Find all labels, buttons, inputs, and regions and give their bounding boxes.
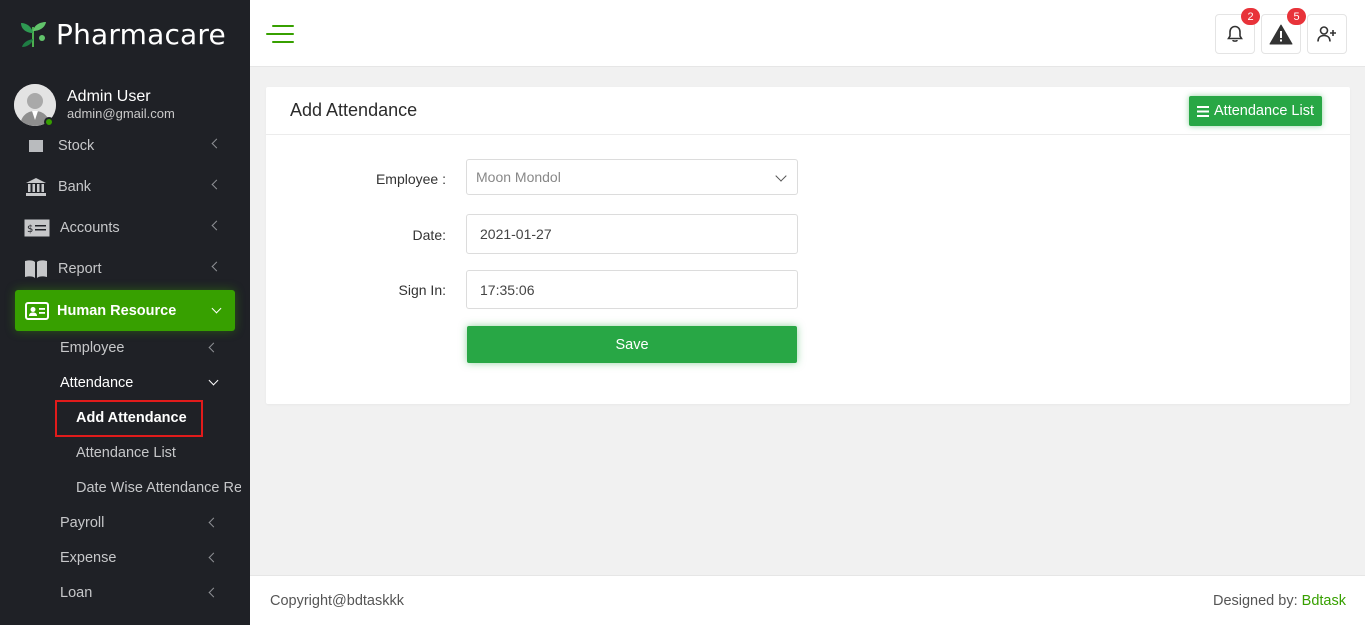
book-icon bbox=[24, 259, 48, 279]
sidebar-item-label: Stock bbox=[58, 138, 95, 154]
add-attendance-card: Add Attendance Attendance List Employee … bbox=[266, 87, 1350, 404]
money-bill-icon: $ bbox=[24, 218, 50, 238]
alerts-button[interactable]: 5 bbox=[1261, 8, 1306, 54]
card-header: Add Attendance Attendance List bbox=[266, 87, 1350, 135]
sidebar-subitem-label: Payroll bbox=[60, 515, 105, 531]
chevron-left-icon bbox=[208, 552, 219, 563]
top-header: 2 5 bbox=[250, 0, 1365, 67]
chevron-left-icon bbox=[211, 138, 222, 149]
employee-selected-value: Moon Mondol bbox=[476, 169, 561, 185]
sidebar-subitem-loan[interactable]: Loan bbox=[60, 581, 230, 605]
attendance-list-button-label: Attendance List bbox=[1214, 103, 1314, 119]
attendance-list-button[interactable]: Attendance List bbox=[1189, 96, 1322, 126]
sidebar-subitem-expense[interactable]: Expense bbox=[60, 546, 230, 570]
sidebar-subitem-attendance-list[interactable]: Attendance List bbox=[76, 441, 241, 465]
footer: Copyright@bdtaskkk Designed by: Bdtask bbox=[250, 575, 1365, 625]
bank-icon bbox=[24, 177, 48, 197]
chevron-left-icon bbox=[208, 517, 219, 528]
user-email: admin@gmail.com bbox=[67, 106, 175, 121]
page-title: Add Attendance bbox=[290, 100, 418, 120]
svg-text:$: $ bbox=[27, 224, 33, 235]
sidebar-item-label: Bank bbox=[58, 179, 92, 195]
chevron-left-icon bbox=[211, 220, 222, 231]
sidebar-subitem-attendance[interactable]: Attendance bbox=[60, 371, 230, 395]
chevron-left-icon bbox=[208, 587, 219, 598]
online-status-dot bbox=[44, 117, 54, 127]
date-field[interactable] bbox=[466, 214, 798, 254]
save-button[interactable]: Save bbox=[467, 326, 797, 363]
sidebar-item-report[interactable]: Report bbox=[24, 254, 224, 284]
selection-highlight bbox=[55, 400, 203, 437]
sidebar-item-label: Human Resource bbox=[57, 302, 177, 319]
user-profile[interactable]: Admin User admin@gmail.com bbox=[14, 84, 175, 126]
sidebar-item-label: Accounts bbox=[60, 220, 120, 236]
employee-select[interactable]: Moon Mondol bbox=[466, 159, 798, 195]
signin-input[interactable] bbox=[467, 271, 797, 308]
stock-icon bbox=[24, 136, 48, 156]
chevron-down-icon bbox=[211, 303, 222, 314]
sidebar-item-bank[interactable]: Bank bbox=[24, 172, 224, 202]
chevron-left-icon bbox=[211, 179, 222, 190]
sidebar-item-stock[interactable]: Stock bbox=[24, 131, 224, 161]
user-plus-icon bbox=[1317, 26, 1336, 42]
date-input[interactable] bbox=[467, 215, 797, 253]
employee-label: Employee : bbox=[375, 171, 446, 187]
notification-count-badge: 2 bbox=[1241, 8, 1260, 25]
signin-field[interactable] bbox=[466, 270, 798, 309]
sidebar-subitem-employee[interactable]: Employee bbox=[60, 336, 230, 360]
sidebar-subitem-label: Loan bbox=[60, 585, 93, 601]
copyright-text: Copyright@bdtaskkk bbox=[270, 593, 404, 609]
leaf-logo-icon bbox=[21, 22, 46, 47]
list-icon bbox=[1197, 105, 1210, 117]
chevron-down-icon bbox=[208, 375, 219, 386]
sidebar-item-human-resource[interactable]: Human Resource bbox=[15, 290, 235, 331]
designed-by: Designed by: Bdtask bbox=[1213, 593, 1346, 609]
chevron-down-icon bbox=[775, 170, 787, 182]
user-name: Admin User bbox=[67, 88, 151, 105]
brand-name: Pharmacare bbox=[56, 17, 226, 51]
sidebar-subitem-date-wise-attendance[interactable]: Date Wise Attendance Re bbox=[76, 476, 241, 500]
sidebar-item-accounts[interactable]: $ Accounts bbox=[24, 213, 224, 243]
sidebar-subitem-label: Employee bbox=[60, 340, 125, 356]
bell-icon bbox=[1227, 25, 1243, 42]
chevron-left-icon bbox=[208, 342, 219, 353]
sidebar-item-label: Report bbox=[58, 261, 102, 277]
sidebar-subitem-label: Attendance bbox=[60, 375, 134, 391]
sidebar: Pharmacare Admin User admin@gmail.com St… bbox=[0, 0, 250, 625]
notifications-button[interactable]: 2 bbox=[1215, 8, 1260, 54]
chevron-left-icon bbox=[211, 261, 222, 272]
designed-by-label: Designed by: bbox=[1212, 593, 1298, 609]
sidebar-subitem-label: Date Wise Attendance Re bbox=[76, 480, 241, 496]
warning-icon bbox=[1269, 24, 1293, 44]
add-user-button[interactable] bbox=[1307, 14, 1347, 54]
menu-toggle-icon[interactable] bbox=[266, 25, 294, 43]
sidebar-subitem-payroll[interactable]: Payroll bbox=[60, 511, 230, 535]
sidebar-subitem-label: Attendance List bbox=[76, 445, 176, 461]
sidebar-subitem-label: Expense bbox=[60, 550, 117, 566]
brand[interactable]: Pharmacare bbox=[18, 14, 226, 54]
alert-count-badge: 5 bbox=[1287, 8, 1306, 25]
designer-link[interactable]: Bdtask bbox=[1302, 593, 1346, 609]
date-label: Date: bbox=[412, 227, 446, 243]
id-card-icon bbox=[25, 301, 49, 321]
signin-label: Sign In: bbox=[398, 282, 446, 298]
